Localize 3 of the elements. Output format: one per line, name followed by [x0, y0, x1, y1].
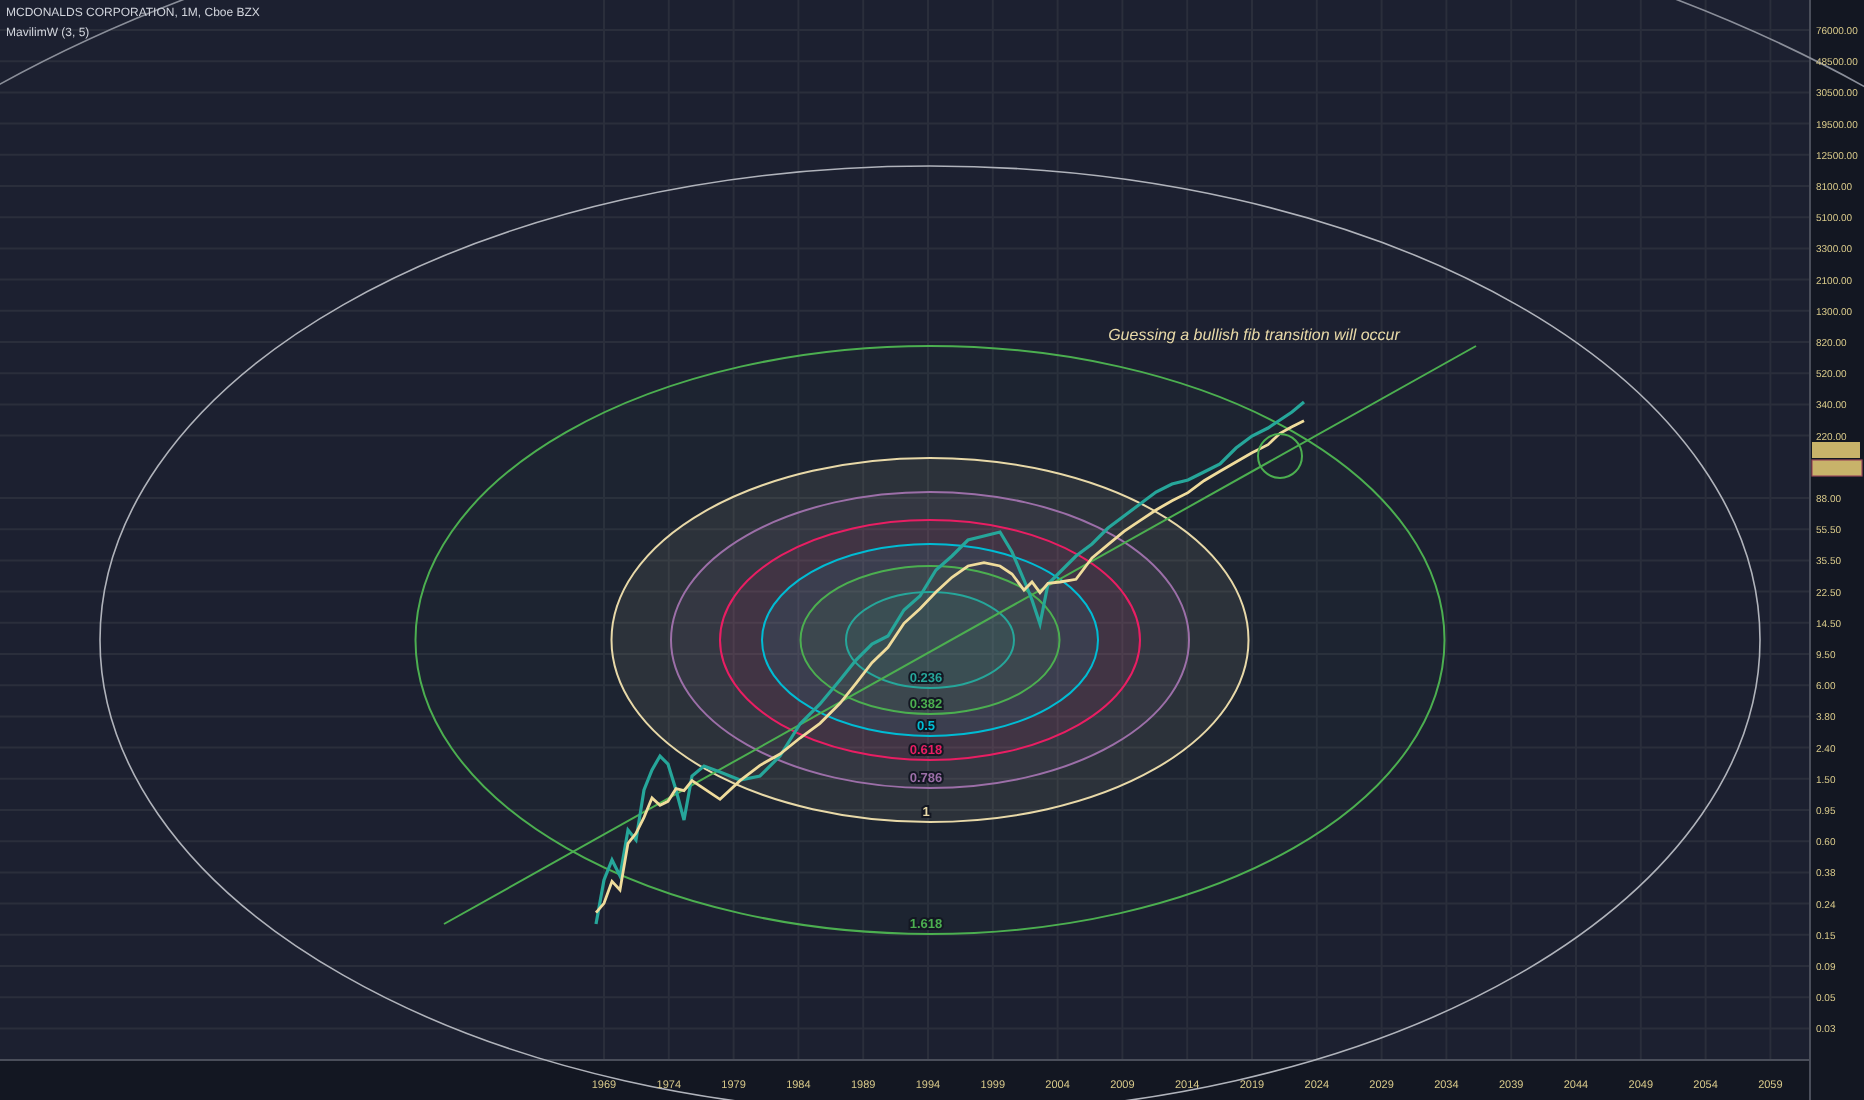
circle-marker	[1257, 433, 1303, 479]
annotation-text: Guessing a bullish fib transition will occur	[1108, 326, 1400, 344]
price-badge	[1811, 459, 1863, 477]
